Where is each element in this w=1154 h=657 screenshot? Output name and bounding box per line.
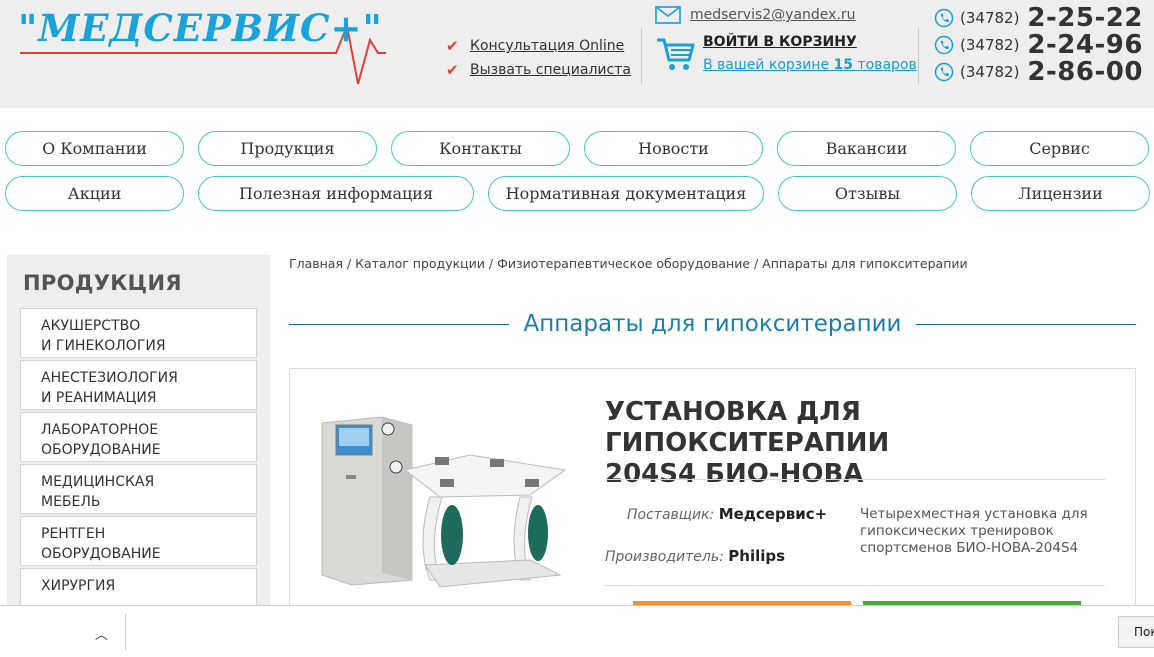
divider <box>918 28 919 84</box>
email-block: medservis2@yandex.ru <box>655 6 856 24</box>
sidebar-item-furniture[interactable]: Медицинская мебель <box>20 464 257 514</box>
maker-value: Philips <box>728 547 786 565</box>
product-description: Четырехместная установка для гипоксическ… <box>860 506 1088 556</box>
product-title-line: УСТАНОВКА ДЛЯ ГИПОКСИТЕРАПИИ <box>605 397 890 458</box>
cart-icon[interactable] <box>655 34 695 74</box>
sidebar-item-label: Медицинская <box>41 474 155 490</box>
product-card: УСТАНОВКА ДЛЯ ГИПОКСИТЕРАПИИ 204S4 БИО-Н… <box>289 368 1136 631</box>
sidebar-item-label: оборудование <box>41 442 161 458</box>
nav-contacts[interactable]: Контакты <box>391 131 570 166</box>
logo-text: "МЕДСЕРВИС+" <box>18 6 383 50</box>
product-title-line: 204S4 БИО-НОВА <box>605 459 864 489</box>
nav-regulatory-docs[interactable]: Нормативная документация <box>488 176 764 211</box>
phone-row[interactable]: (34782) 2-25-22 <box>934 2 1143 33</box>
sidebar-item-anesthesiology[interactable]: Анестезиология и реанимация <box>20 360 257 410</box>
heading-rule <box>289 323 510 325</box>
call-specialist-link[interactable]: Вызвать специалиста <box>470 62 631 78</box>
sidebar-item-label: и реанимация <box>41 390 157 406</box>
product-title[interactable]: УСТАНОВКА ДЛЯ ГИПОКСИТЕРАПИИ 204S4 БИО-Н… <box>605 397 1135 490</box>
phone-icon <box>934 8 954 27</box>
product-sidebar: ПРОДУКЦИЯ Акушерство и гинекология Анест… <box>7 255 270 618</box>
phone-number: 2-25-22 <box>1027 2 1143 33</box>
bottom-bar: ︿ Пок <box>0 605 1154 657</box>
divider <box>641 28 642 84</box>
sidebar-item-obstetrics[interactable]: Акушерство и гинекология <box>20 308 257 358</box>
site-header: "МЕДСЕРВИС+" ✔ Консультация Online ✔ Выз… <box>0 0 1154 108</box>
nav-news[interactable]: Новости <box>584 131 763 166</box>
sidebar-title: ПРОДУКЦИЯ <box>23 271 182 295</box>
cart-login-link[interactable]: ВОЙТИ В КОРЗИНУ <box>703 34 917 54</box>
phone-number: 2-86-00 <box>1027 56 1143 87</box>
phone-number: 2-24-96 <box>1027 29 1143 60</box>
sidebar-item-label: и гинекология <box>41 338 166 354</box>
sidebar-item-xray[interactable]: Рентген оборудование <box>20 516 257 566</box>
supplier-value: Медсервис+ <box>718 505 828 523</box>
check-icon: ✔ <box>446 61 459 79</box>
divider <box>605 585 1105 586</box>
sidebar-item-label: Лабораторное <box>41 422 159 438</box>
email-link[interactable]: medservis2@yandex.ru <box>690 7 856 23</box>
maker-row: Производитель: Philips <box>605 547 785 565</box>
nav-products[interactable]: Продукция <box>198 131 377 166</box>
nav-about[interactable]: О Компании <box>5 131 184 166</box>
nav-promotions[interactable]: Акции <box>5 176 184 211</box>
cart-sub-text: В вашей корзине <box>703 57 834 73</box>
phone-icon <box>934 35 954 54</box>
show-button[interactable]: Пок <box>1118 616 1154 648</box>
cart-sub-text-end: товаров <box>853 57 917 73</box>
divider <box>605 479 1105 480</box>
sidebar-item-label: Акушерство <box>41 318 141 334</box>
phone-code: (34782) <box>960 8 1020 27</box>
divider <box>125 614 126 650</box>
nav-service[interactable]: Сервис <box>970 131 1149 166</box>
site-logo[interactable]: "МЕДСЕРВИС+" <box>18 4 388 94</box>
breadcrumb[interactable]: Главная / Каталог продукции / Физиотерап… <box>289 256 968 271</box>
supplier-row: Поставщик: Медсервис+ <box>627 505 827 523</box>
sidebar-item-laboratory[interactable]: Лабораторное оборудование <box>20 412 257 462</box>
nav-licenses[interactable]: Лицензии <box>971 176 1150 211</box>
heading-rule <box>915 323 1136 325</box>
supplier-label: Поставщик: <box>627 507 715 523</box>
phone-row[interactable]: (34782) 2-24-96 <box>934 29 1143 60</box>
nav-vacancies[interactable]: Вакансии <box>777 131 956 166</box>
phone-code: (34782) <box>960 35 1020 54</box>
consult-online-link[interactable]: Консультация Online <box>470 38 624 54</box>
cart-block: ВОЙТИ В КОРЗИНУ В вашей корзине 15 товар… <box>655 34 917 74</box>
sidebar-item-label: мебель <box>41 494 101 510</box>
sidebar-item-label: Анестезиология <box>41 370 178 386</box>
check-icon: ✔ <box>446 37 459 55</box>
phone-icon <box>934 62 954 81</box>
page-heading-wrap: Аппараты для гипокситерапии <box>289 306 1136 342</box>
chevron-up-icon[interactable]: ︿ <box>95 624 108 643</box>
phone-row[interactable]: (34782) 2-86-00 <box>934 56 1143 87</box>
phone-code: (34782) <box>960 62 1020 81</box>
maker-label: Производитель: <box>605 549 724 565</box>
nav-useful-info[interactable]: Полезная информация <box>198 176 474 211</box>
sidebar-item-label: Рентген <box>41 526 106 542</box>
nav-reviews[interactable]: Отзывы <box>778 176 957 211</box>
phones-block: (34782) 2-25-22 (34782) 2-24-96 (34782) … <box>934 2 1143 87</box>
sidebar-item-label: Хирургия <box>41 578 116 594</box>
header-links: ✔ Консультация Online ✔ Вызвать специали… <box>446 34 631 82</box>
product-image[interactable] <box>320 415 570 605</box>
call-specialist-row: ✔ Вызвать специалиста <box>446 58 631 82</box>
mail-icon <box>655 6 681 24</box>
cart-count: 15 <box>833 57 854 73</box>
page-title: Аппараты для гипокситерапии <box>523 311 902 337</box>
cart-count-link[interactable]: В вашей корзине 15 товаров <box>703 57 917 73</box>
consult-link-row: ✔ Консультация Online <box>446 34 631 58</box>
sidebar-item-label: оборудование <box>41 546 161 562</box>
